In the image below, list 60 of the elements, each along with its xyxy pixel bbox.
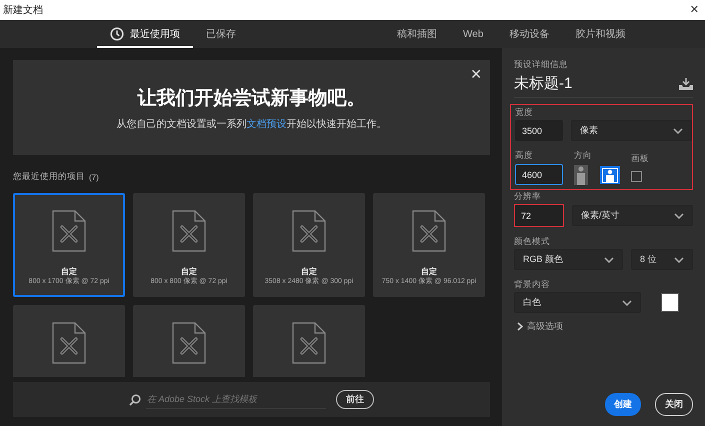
field-label: 画板	[631, 152, 649, 164]
field-label: 分辨率	[514, 190, 542, 202]
dropdown[interactable]: 像素/英寸	[572, 205, 693, 226]
item-count: (7)	[89, 172, 99, 182]
tab[interactable]: 已保存	[193, 20, 249, 48]
document-icon	[412, 210, 446, 252]
landscape-button[interactable]	[600, 166, 620, 184]
welcome-title: 让我们开始尝试新事物吧。	[138, 86, 366, 110]
tab[interactable]: Web	[450, 20, 496, 48]
close-button[interactable]: ✕	[470, 66, 482, 83]
artboard-checkbox[interactable]	[631, 171, 642, 182]
close-button[interactable]: ✕	[688, 3, 701, 17]
chevron-down-icon	[604, 256, 614, 262]
height-field[interactable]: 4600	[515, 164, 563, 185]
tab[interactable]: 胶片和视频	[562, 20, 638, 48]
field-label: 预设详细信息	[514, 58, 569, 70]
color-swatch[interactable]	[661, 293, 679, 312]
tile-title: 自定	[181, 266, 197, 277]
close-button[interactable]: 关闭	[655, 393, 693, 416]
resolution-field[interactable]: 72	[515, 205, 563, 226]
tab[interactable]: 稿和插图	[384, 20, 450, 48]
document-icon	[172, 210, 206, 252]
tab[interactable]: 移动设备	[496, 20, 562, 48]
section-heading: 您最近使用的项目	[13, 171, 85, 183]
welcome-text: 从您自己的文档设置或一系列文档预设开始以快速开始工作。	[116, 118, 386, 130]
dropdown[interactable]: RGB 颜色	[514, 249, 623, 270]
tile-title: 自定	[61, 266, 77, 277]
dropdown[interactable]: 白色	[514, 292, 641, 313]
dropdown[interactable]: 像素	[571, 120, 692, 141]
width-field[interactable]: 3500	[515, 120, 563, 141]
document-icon	[292, 322, 326, 364]
tile-title: 自定	[301, 266, 317, 277]
document-icon	[52, 210, 86, 252]
save-preset-icon	[679, 78, 693, 90]
chevron-down-icon	[674, 256, 684, 262]
field-label: 颜色模式	[514, 235, 551, 247]
chevron-down-icon	[673, 128, 683, 134]
tile-title: 自定	[421, 266, 437, 277]
chevron-down-icon	[622, 300, 632, 306]
chevron-right-icon	[517, 322, 523, 331]
presets-link[interactable]: 文档预设	[246, 118, 286, 130]
go-button[interactable]: 前往	[336, 390, 374, 409]
portrait-button[interactable]	[574, 164, 588, 184]
field-label: 宽度	[515, 106, 534, 118]
create-button[interactable]: 创建	[605, 393, 641, 416]
search-field[interactable]: 在 Adobe Stock 上查找模板	[146, 390, 326, 408]
clock-icon	[110, 27, 124, 41]
search-icon	[129, 394, 141, 406]
document-name: 未标题-1	[514, 74, 572, 93]
document-icon	[292, 210, 326, 252]
dropdown[interactable]: 8 位	[631, 249, 693, 270]
tab[interactable]: 最近使用项	[97, 20, 193, 48]
field-label: 方向	[574, 149, 593, 161]
document-icon	[52, 322, 86, 364]
advanced-options-toggle[interactable]: 高级选项	[514, 320, 693, 333]
window-title: 新建文档	[3, 4, 43, 17]
chevron-down-icon	[674, 212, 684, 218]
document-icon	[172, 322, 206, 364]
field-label: 背景内容	[514, 278, 551, 290]
field-label: 高度	[515, 149, 534, 161]
